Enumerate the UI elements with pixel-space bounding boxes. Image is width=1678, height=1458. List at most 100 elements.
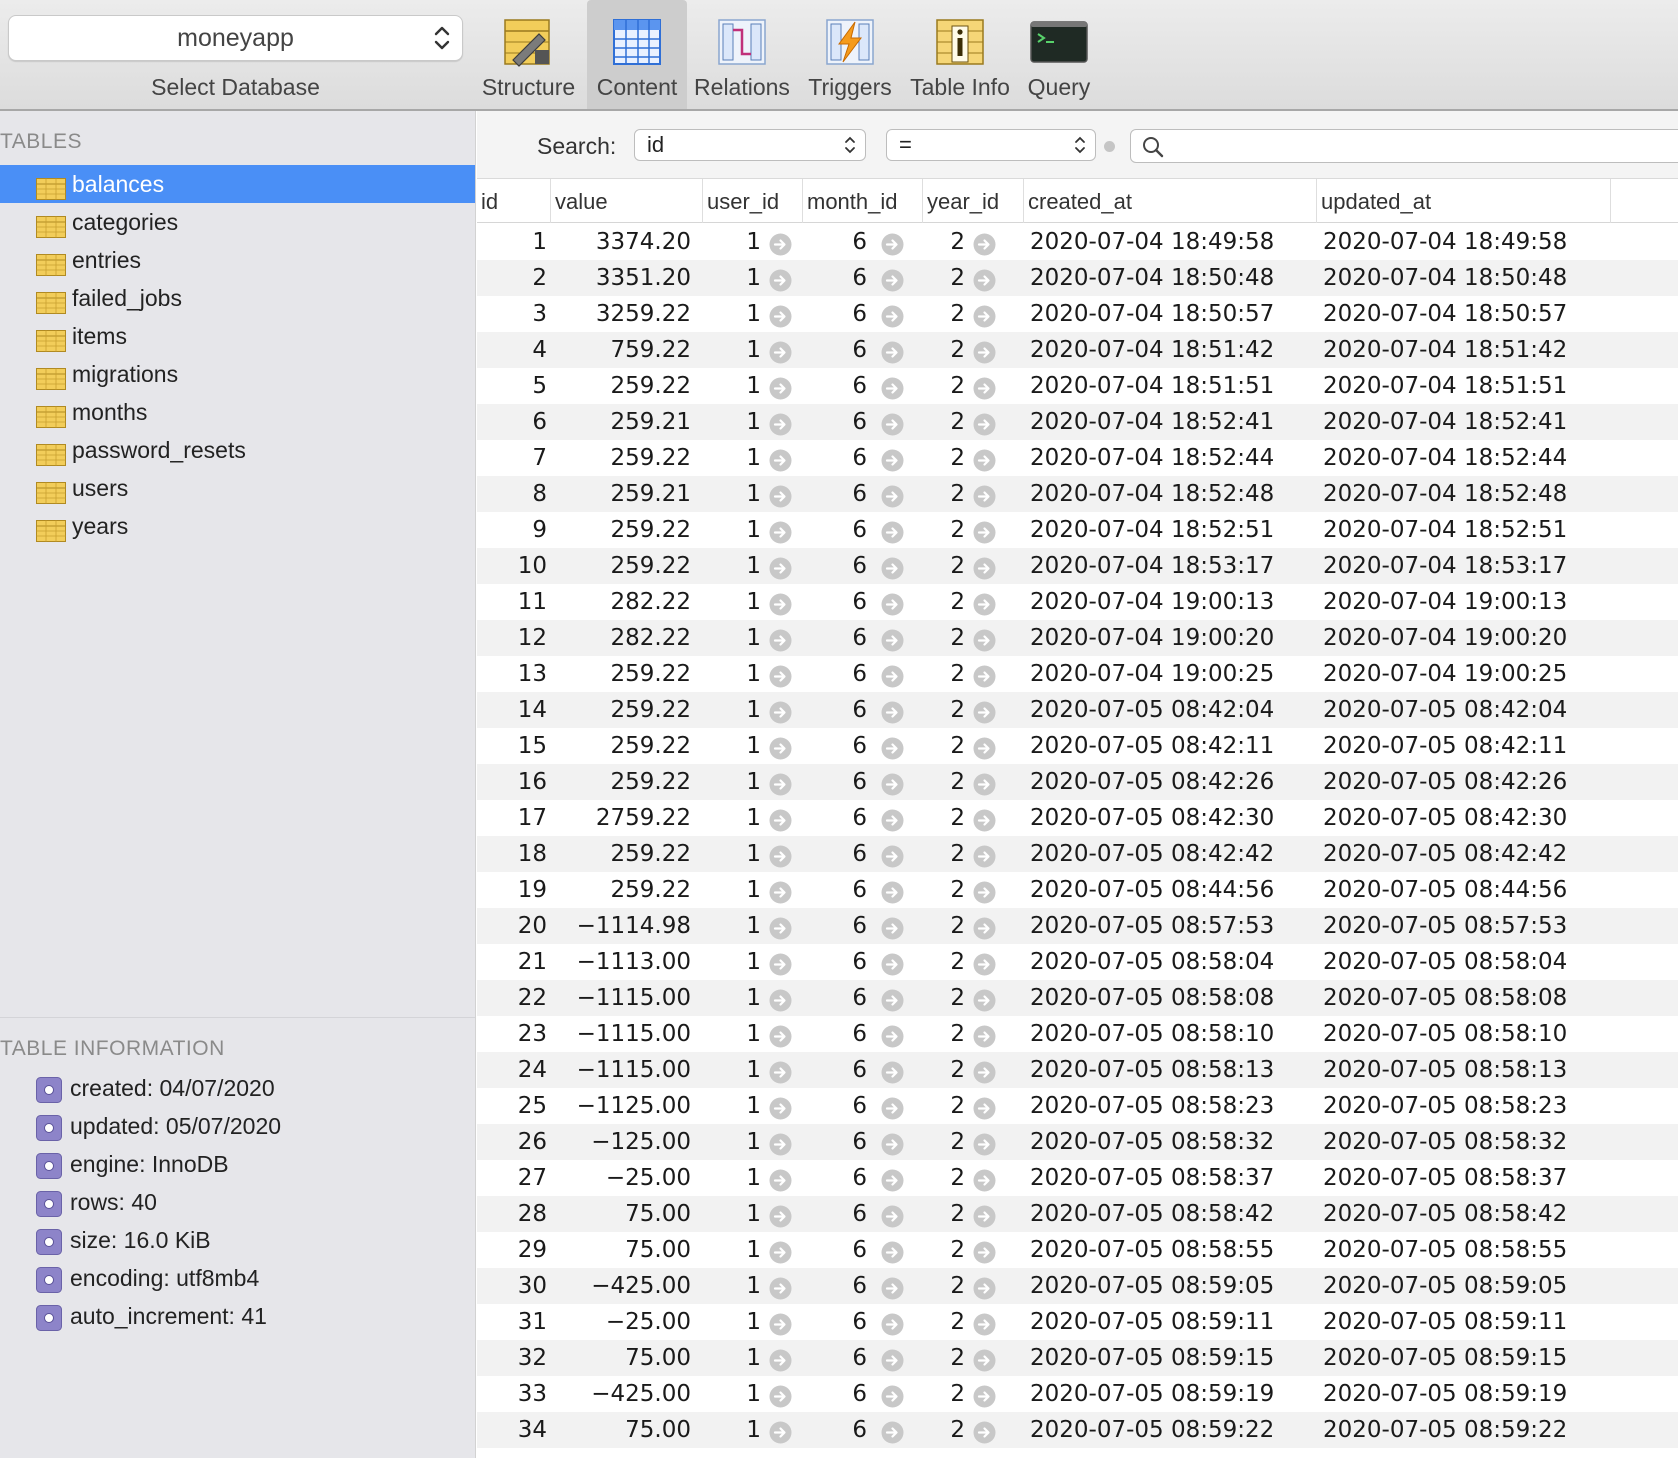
cell-updated-at[interactable]: 2020-07-05 08:42:30	[1323, 800, 1613, 836]
cell-year-id[interactable]: 2	[923, 980, 965, 1016]
cell-user-id[interactable]: 1	[703, 476, 761, 512]
foreign-key-arrow-icon[interactable]	[769, 1239, 792, 1264]
foreign-key-arrow-icon[interactable]	[881, 411, 904, 436]
cell-created-at[interactable]: 2020-07-05 08:58:08	[1030, 980, 1320, 1016]
cell-month-id[interactable]: 6	[803, 368, 867, 404]
foreign-key-arrow-icon[interactable]	[881, 843, 904, 868]
structure-button[interactable]: Structure	[476, 0, 581, 109]
column-header-user-id[interactable]: user_id	[703, 179, 803, 223]
cell-created-at[interactable]: 2020-07-05 08:42:26	[1030, 764, 1320, 800]
column-header-value[interactable]: value	[551, 179, 703, 223]
table-row[interactable]: 17 2759.22 1 6 2 2020-07-05 08:42:30 2020-07-0…	[477, 800, 1678, 836]
cell-updated-at[interactable]: 2020-07-05 08:58:37	[1323, 1160, 1613, 1196]
cell-value[interactable]: 259.22	[551, 656, 691, 692]
foreign-key-arrow-icon[interactable]	[769, 1311, 792, 1336]
cell-id[interactable]: 29	[477, 1232, 547, 1268]
foreign-key-arrow-icon[interactable]	[881, 663, 904, 688]
foreign-key-arrow-icon[interactable]	[881, 1239, 904, 1264]
cell-created-at[interactable]: 2020-07-04 18:51:51	[1030, 368, 1320, 404]
cell-created-at[interactable]: 2020-07-05 08:59:11	[1030, 1304, 1320, 1340]
cell-user-id[interactable]: 1	[703, 620, 761, 656]
cell-value[interactable]: −425.00	[551, 1376, 691, 1412]
cell-updated-at[interactable]: 2020-07-04 19:00:13	[1323, 584, 1613, 620]
cell-user-id[interactable]: 1	[703, 872, 761, 908]
cell-value[interactable]: 2759.22	[551, 800, 691, 836]
table-row[interactable]: 5 259.22 1 6 2 2020-07-04 18:51:51 2020-07-04 …	[477, 368, 1678, 404]
foreign-key-arrow-icon[interactable]	[973, 1059, 996, 1084]
cell-user-id[interactable]: 1	[703, 440, 761, 476]
foreign-key-arrow-icon[interactable]	[769, 699, 792, 724]
cell-created-at[interactable]: 2020-07-05 08:42:11	[1030, 728, 1320, 764]
foreign-key-arrow-icon[interactable]	[973, 1023, 996, 1048]
cell-id[interactable]: 33	[477, 1376, 547, 1412]
cell-month-id[interactable]: 6	[803, 1376, 867, 1412]
cell-created-at[interactable]: 2020-07-05 08:59:05	[1030, 1268, 1320, 1304]
foreign-key-arrow-icon[interactable]	[973, 951, 996, 976]
foreign-key-arrow-icon[interactable]	[881, 1275, 904, 1300]
cell-user-id[interactable]: 1	[703, 1196, 761, 1232]
cell-month-id[interactable]: 6	[803, 296, 867, 332]
cell-created-at[interactable]: 2020-07-05 08:42:30	[1030, 800, 1320, 836]
sidebar-table-entries[interactable]: entries	[0, 241, 475, 279]
foreign-key-arrow-icon[interactable]	[973, 1383, 996, 1408]
cell-id[interactable]: 31	[477, 1304, 547, 1340]
foreign-key-arrow-icon[interactable]	[769, 1059, 792, 1084]
cell-id[interactable]: 30	[477, 1268, 547, 1304]
cell-month-id[interactable]: 6	[803, 1196, 867, 1232]
cell-updated-at[interactable]: 2020-07-05 08:42:26	[1323, 764, 1613, 800]
cell-created-at[interactable]: 2020-07-04 18:50:48	[1030, 260, 1320, 296]
cell-id[interactable]: 7	[477, 440, 547, 476]
cell-year-id[interactable]: 2	[923, 548, 965, 584]
cell-year-id[interactable]: 2	[923, 1160, 965, 1196]
foreign-key-arrow-icon[interactable]	[769, 987, 792, 1012]
foreign-key-arrow-icon[interactable]	[769, 843, 792, 868]
foreign-key-arrow-icon[interactable]	[881, 483, 904, 508]
cell-created-at[interactable]: 2020-07-04 18:52:51	[1030, 512, 1320, 548]
table-row[interactable]: 34 75.00 1 6 2 2020-07-05 08:59:22 2020-07-05 …	[477, 1412, 1678, 1448]
cell-created-at[interactable]: 2020-07-05 08:57:53	[1030, 908, 1320, 944]
foreign-key-arrow-icon[interactable]	[881, 1203, 904, 1228]
table-row[interactable]: 20 −1114.98 1 6 2 2020-07-05 08:57:53 2020-07-…	[477, 908, 1678, 944]
foreign-key-arrow-icon[interactable]	[769, 231, 792, 256]
cell-year-id[interactable]: 2	[923, 1196, 965, 1232]
foreign-key-arrow-icon[interactable]	[881, 591, 904, 616]
cell-created-at[interactable]: 2020-07-05 08:58:37	[1030, 1160, 1320, 1196]
foreign-key-arrow-icon[interactable]	[973, 267, 996, 292]
cell-month-id[interactable]: 6	[803, 1160, 867, 1196]
cell-value[interactable]: −425.00	[551, 1268, 691, 1304]
table-row[interactable]: 9 259.22 1 6 2 2020-07-04 18:52:51 2020-07-04 …	[477, 512, 1678, 548]
cell-created-at[interactable]: 2020-07-05 08:58:23	[1030, 1088, 1320, 1124]
cell-created-at[interactable]: 2020-07-05 08:59:19	[1030, 1376, 1320, 1412]
foreign-key-arrow-icon[interactable]	[769, 1347, 792, 1372]
cell-year-id[interactable]: 2	[923, 1304, 965, 1340]
cell-value[interactable]: −25.00	[551, 1160, 691, 1196]
cell-updated-at[interactable]: 2020-07-04 19:00:25	[1323, 656, 1613, 692]
foreign-key-arrow-icon[interactable]	[973, 1419, 996, 1444]
cell-created-at[interactable]: 2020-07-05 08:58:55	[1030, 1232, 1320, 1268]
cell-id[interactable]: 8	[477, 476, 547, 512]
table-row[interactable]: 2 3351.20 1 6 2 2020-07-04 18:50:48 2020-07-04…	[477, 260, 1678, 296]
cell-created-at[interactable]: 2020-07-04 19:00:13	[1030, 584, 1320, 620]
cell-id[interactable]: 16	[477, 764, 547, 800]
cell-user-id[interactable]: 1	[703, 1340, 761, 1376]
foreign-key-arrow-icon[interactable]	[769, 375, 792, 400]
foreign-key-arrow-icon[interactable]	[769, 1095, 792, 1120]
cell-user-id[interactable]: 1	[703, 260, 761, 296]
table-row[interactable]: 6 259.21 1 6 2 2020-07-04 18:52:41 2020-07-04 …	[477, 404, 1678, 440]
foreign-key-arrow-icon[interactable]	[973, 987, 996, 1012]
cell-value[interactable]: 259.22	[551, 440, 691, 476]
cell-created-at[interactable]: 2020-07-05 08:59:15	[1030, 1340, 1320, 1376]
foreign-key-arrow-icon[interactable]	[769, 519, 792, 544]
table-row[interactable]: 18 259.22 1 6 2 2020-07-05 08:42:42 2020-07-05…	[477, 836, 1678, 872]
cell-user-id[interactable]: 1	[703, 1052, 761, 1088]
foreign-key-arrow-icon[interactable]	[769, 447, 792, 472]
cell-year-id[interactable]: 2	[923, 1232, 965, 1268]
sidebar-table-migrations[interactable]: migrations	[0, 355, 475, 393]
cell-month-id[interactable]: 6	[803, 1268, 867, 1304]
cell-user-id[interactable]: 1	[703, 692, 761, 728]
foreign-key-arrow-icon[interactable]	[973, 303, 996, 328]
cell-user-id[interactable]: 1	[703, 1412, 761, 1448]
foreign-key-arrow-icon[interactable]	[973, 699, 996, 724]
cell-id[interactable]: 6	[477, 404, 547, 440]
cell-created-at[interactable]: 2020-07-04 19:00:25	[1030, 656, 1320, 692]
